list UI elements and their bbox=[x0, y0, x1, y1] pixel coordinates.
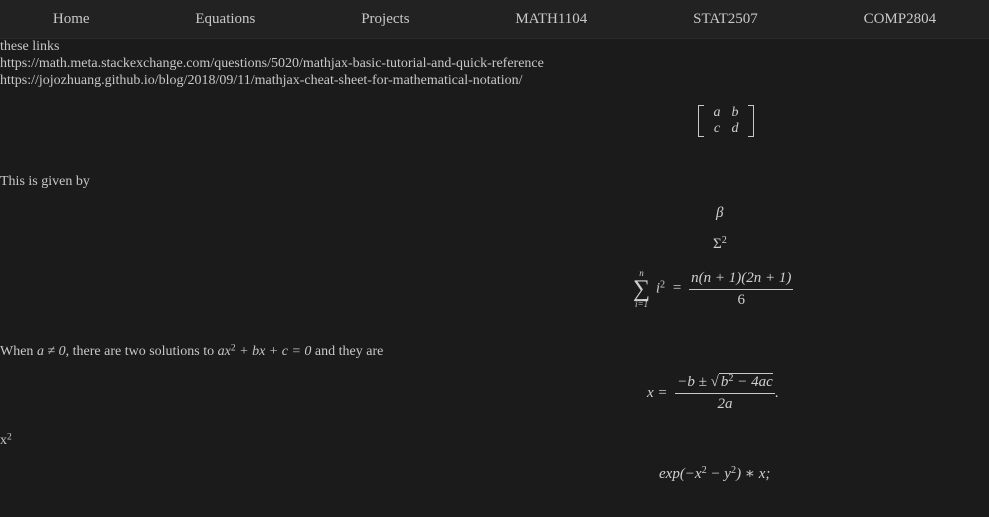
exp-expression: exp(−x2 − y2) ∗ x; bbox=[659, 464, 770, 483]
sum-denominator: 6 bbox=[737, 291, 745, 308]
sum-of-squares-equation: n ∑ i=1 i2 = n(n + 1)(2n + 1) 6 bbox=[633, 269, 794, 309]
quad-eq-rest: + bx + c = 0 bbox=[235, 344, 312, 359]
sum-lower-limit: i=1 bbox=[635, 299, 649, 309]
exp-mid: − y bbox=[706, 466, 731, 482]
sqrt-symbol: √ bbox=[710, 374, 719, 390]
x-exponent: 2 bbox=[7, 432, 12, 443]
summation: n ∑ i=1 bbox=[633, 269, 650, 309]
quadratic-formula: x = −b ± √ b2 − 4ac 2a . bbox=[647, 373, 779, 413]
quad-condition: a ≠ 0 bbox=[36, 344, 66, 359]
right-bracket bbox=[748, 105, 754, 137]
sigma-equation: Σ2 bbox=[713, 234, 727, 253]
quad-suffix: and they are bbox=[314, 344, 384, 359]
sigma-exponent: 2 bbox=[721, 234, 727, 246]
sqrt-radicand: b2 − 4ac bbox=[718, 373, 773, 390]
nav-home[interactable]: Home bbox=[53, 11, 90, 28]
sigma-symbol: Σ bbox=[713, 236, 722, 252]
quadratic-text: When a ≠ 0, there are two solutions to a… bbox=[0, 343, 384, 360]
sum-term-exponent: 2 bbox=[660, 279, 666, 291]
quad-eq-a: ax bbox=[217, 344, 231, 359]
quad-lhs: x = bbox=[647, 384, 668, 401]
matrix-c: c bbox=[713, 121, 721, 136]
beta-symbol: β bbox=[716, 205, 724, 221]
link-mathjax-cheatsheet[interactable]: https://jojozhuang.github.io/blog/2018/0… bbox=[0, 73, 523, 89]
link-mathjax-tutorial[interactable]: https://math.meta.stackexchange.com/ques… bbox=[0, 56, 544, 72]
quad-denominator: 2a bbox=[717, 396, 733, 412]
x-squared-text: x2 bbox=[0, 432, 12, 449]
nav-stat2507[interactable]: STAT2507 bbox=[693, 11, 758, 28]
nav-equations[interactable]: Equations bbox=[195, 11, 255, 28]
quad-prefix: When bbox=[0, 344, 34, 359]
sum-symbol: ∑ bbox=[633, 276, 651, 302]
sum-fraction: n(n + 1)(2n + 1) 6 bbox=[689, 270, 794, 309]
exp-pre: exp(−x bbox=[659, 466, 702, 482]
top-nav: Home Equations Projects MATH1104 STAT250… bbox=[0, 0, 989, 39]
quad-fraction: −b ± √ b2 − 4ac 2a bbox=[675, 373, 775, 413]
matrix-equation: a b c d bbox=[698, 105, 754, 142]
beta-equation: β bbox=[716, 205, 723, 222]
matrix-a: a bbox=[713, 105, 721, 120]
matrix-d: d bbox=[731, 121, 739, 136]
exp-post: ) ∗ x; bbox=[736, 466, 771, 482]
nav-math1104[interactable]: MATH1104 bbox=[515, 11, 587, 28]
sum-equals: = bbox=[672, 280, 682, 297]
x-base: x bbox=[0, 433, 7, 448]
quad-period: . bbox=[774, 384, 779, 401]
given-text: This is given by bbox=[0, 174, 90, 189]
nav-comp2804[interactable]: COMP2804 bbox=[864, 11, 937, 28]
radicand-rest: − 4ac bbox=[733, 374, 773, 390]
quad-numerator: −b ± √ b2 − 4ac bbox=[675, 373, 775, 394]
intro-text: these links bbox=[0, 39, 60, 54]
sum-numerator: n(n + 1)(2n + 1) bbox=[689, 270, 794, 290]
nav-projects[interactable]: Projects bbox=[361, 11, 409, 28]
quad-num-left: −b ± bbox=[677, 374, 707, 390]
matrix-b: b bbox=[731, 105, 739, 120]
quad-middle: , there are two solutions to bbox=[65, 344, 215, 359]
